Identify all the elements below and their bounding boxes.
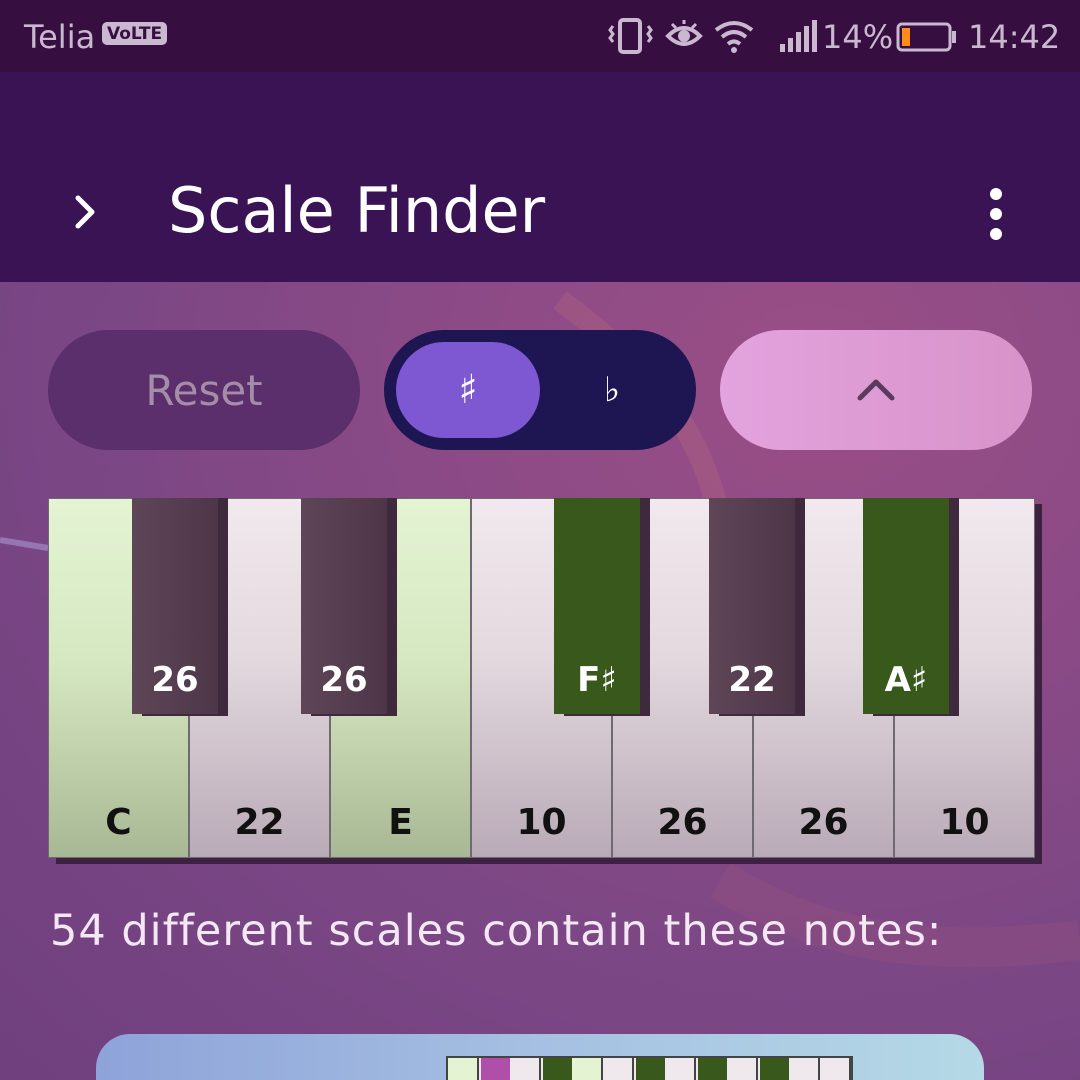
white-key-label: 10: [516, 802, 567, 843]
white-key-label: C: [105, 802, 132, 843]
black-key-label: 22: [728, 660, 776, 700]
status-bar: Telia VoLTE 14% 14:42: [0, 0, 1080, 72]
signal-icon: [780, 20, 817, 52]
accidental-toggle[interactable]: ♯ ♭: [384, 330, 696, 450]
sharp-option[interactable]: ♯: [396, 342, 540, 438]
mini-white-key: [820, 1058, 849, 1080]
reset-button[interactable]: Reset: [48, 330, 360, 450]
results-summary: 54 different scales contain these notes:: [50, 906, 943, 956]
mini-black-key: [543, 1058, 572, 1080]
mini-white-key: [603, 1058, 632, 1080]
mini-white-key: [448, 1058, 477, 1080]
black-key[interactable]: 26: [132, 498, 218, 714]
page-title: Scale Finder: [168, 174, 546, 247]
mini-black-key: [760, 1058, 789, 1080]
carrier-name: Telia: [24, 18, 96, 56]
battery-icon: [896, 22, 956, 52]
white-key-label: E: [388, 802, 413, 843]
mini-white-key: [665, 1058, 694, 1080]
black-key[interactable]: F♯: [554, 498, 640, 714]
reset-button-label: Reset: [145, 365, 263, 415]
white-key-label: 10: [939, 802, 990, 843]
flat-option[interactable]: ♭: [540, 342, 684, 438]
black-key-label: 26: [320, 660, 368, 700]
mini-white-key: [789, 1058, 818, 1080]
black-key-label: F♯: [577, 660, 617, 700]
volte-badge: VoLTE: [102, 22, 168, 45]
wifi-icon: [714, 21, 754, 53]
app-bar: Scale Finder: [0, 72, 1080, 282]
black-key-label: 26: [151, 660, 199, 700]
battery-percent: 14%: [822, 18, 894, 56]
white-key-label: 22: [234, 802, 285, 843]
mini-white-key: [510, 1058, 539, 1080]
white-key-label: 26: [657, 802, 708, 843]
clock: 14:42: [968, 18, 1061, 56]
black-key[interactable]: 26: [301, 498, 387, 714]
mini-black-key: [481, 1058, 510, 1080]
black-key-label: A♯: [884, 660, 928, 700]
collapse-button[interactable]: [720, 330, 1032, 450]
white-key-label: 26: [798, 802, 849, 843]
chevron-right-icon[interactable]: [66, 192, 106, 232]
sharp-icon: ♯: [458, 367, 478, 413]
black-key[interactable]: A♯: [863, 498, 949, 714]
mini-white-key: [572, 1058, 601, 1080]
scale-result-card[interactable]: [96, 1034, 984, 1080]
overflow-menu-icon[interactable]: [980, 188, 1012, 240]
mini-black-key: [636, 1058, 665, 1080]
black-key[interactable]: 22: [709, 498, 795, 714]
eye-icon: [665, 20, 703, 46]
mini-white-key: [727, 1058, 756, 1080]
chevron-up-icon: [857, 379, 895, 401]
piano-keyboard: C 22 E 10 26 26 10 26 26 F♯ 22 A♯: [48, 498, 1035, 858]
flat-icon: ♭: [603, 370, 621, 410]
vibrate-icon: [608, 18, 653, 54]
mini-black-key: [698, 1058, 727, 1080]
